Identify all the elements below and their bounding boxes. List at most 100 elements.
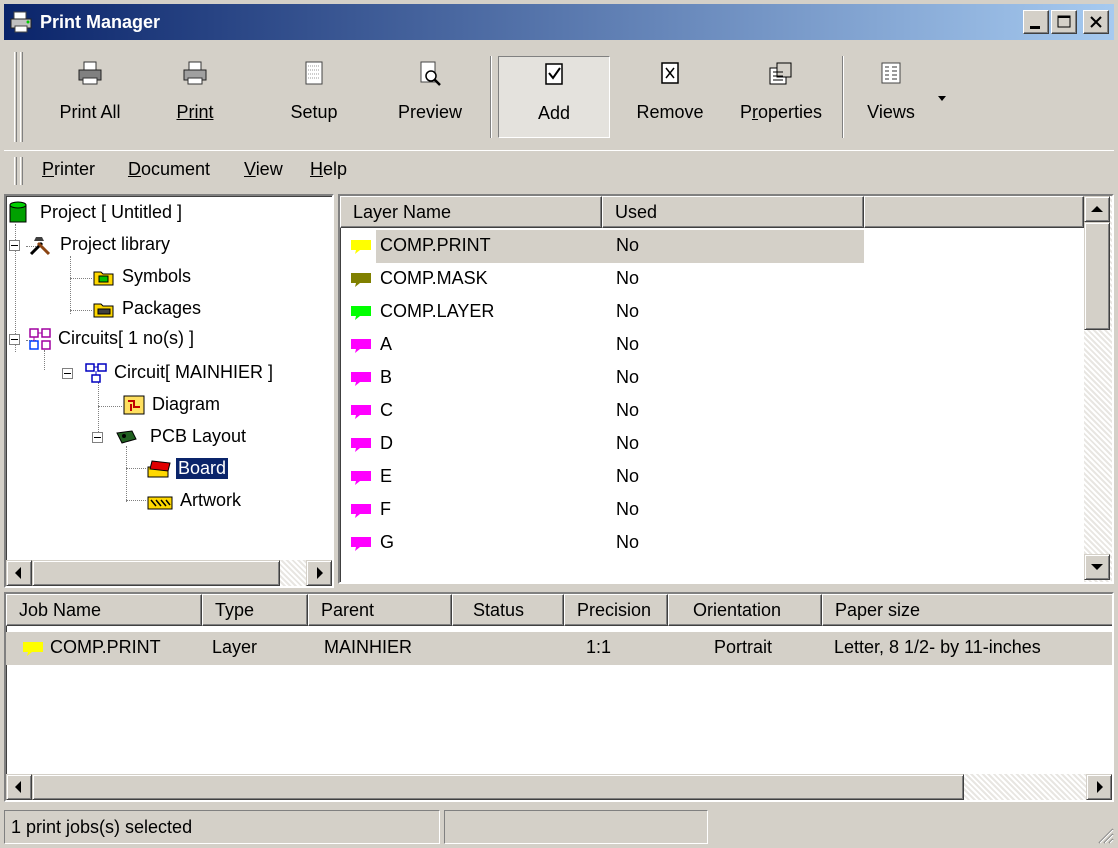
setup-button[interactable]: Setup xyxy=(274,56,354,138)
job-row[interactable]: COMP.PRINT Layer MAINHIER 1:1 Portrait L… xyxy=(6,632,1112,665)
layer-row[interactable]: COMP.PRINT No xyxy=(340,230,1084,263)
layer-row[interactable]: F No xyxy=(340,494,1084,527)
resize-grip-icon[interactable] xyxy=(1096,826,1114,844)
column-header-layer-name[interactable]: Layer Name xyxy=(340,196,602,228)
tree-label-circuit: Circuit[ MAINHIER ] xyxy=(114,362,274,382)
column-header-paper-size[interactable]: Paper size xyxy=(822,594,1112,626)
tree-line xyxy=(126,468,146,469)
remove-button[interactable]: Remove xyxy=(624,56,716,138)
column-header-precision[interactable]: Precision xyxy=(564,594,668,626)
views-dropdown-arrow[interactable] xyxy=(934,90,950,102)
arrow-right-icon xyxy=(317,567,323,579)
layer-name-cell: A xyxy=(380,334,393,354)
preview-button[interactable]: Preview xyxy=(380,56,480,138)
toolbar-grip-2[interactable] xyxy=(20,52,23,142)
collapse-toggle[interactable] xyxy=(62,368,73,379)
column-header-status[interactable]: Status xyxy=(452,594,564,626)
layer-name-cell: COMP.MASK xyxy=(380,268,488,288)
collapse-toggle[interactable] xyxy=(9,334,20,345)
menu-view[interactable]: View xyxy=(244,159,283,180)
menu-document[interactable]: Document xyxy=(128,159,210,180)
layer-list[interactable]: Layer Name Used COMP.PRINT No COMP.MASK No C… xyxy=(338,194,1114,584)
close-button[interactable] xyxy=(1083,10,1109,34)
properties-label: Properties xyxy=(739,102,823,122)
column-header-job-name[interactable]: Job Name xyxy=(6,594,202,626)
column-header-empty[interactable] xyxy=(864,196,1084,228)
print-label: Print xyxy=(152,102,238,123)
properties-icon xyxy=(769,62,792,85)
layer-color-icon xyxy=(351,405,371,419)
layer-scroll-thumb[interactable] xyxy=(1084,222,1110,330)
layer-color-icon xyxy=(23,642,43,656)
layer-color-icon xyxy=(351,372,371,386)
circuit-icon xyxy=(85,363,107,383)
column-header-type[interactable]: Type xyxy=(202,594,308,626)
pcb-icon xyxy=(116,430,137,444)
layer-row[interactable]: E No xyxy=(340,461,1084,494)
preview-label: Preview xyxy=(397,102,463,122)
title-bar[interactable]: Print Manager xyxy=(4,4,1114,40)
remove-icon xyxy=(661,62,679,84)
print-all-button[interactable]: Print All xyxy=(42,56,138,138)
folder-icon xyxy=(93,271,114,286)
views-icon xyxy=(881,62,901,84)
views-button[interactable]: Views xyxy=(854,56,928,138)
tree-label-project: Project [ Untitled ] xyxy=(40,202,183,222)
layer-name-cell: E xyxy=(380,466,393,486)
layer-name-cell: B xyxy=(380,367,393,387)
add-icon xyxy=(545,63,563,85)
layer-row[interactable]: B No xyxy=(340,362,1084,395)
properties-button[interactable]: Properties xyxy=(726,56,836,138)
layer-row[interactable]: C No xyxy=(340,395,1084,428)
print-button[interactable]: Print xyxy=(152,56,238,138)
layer-color-icon xyxy=(351,240,371,254)
tree-scroll-thumb[interactable] xyxy=(32,560,280,586)
toolbar-grip[interactable] xyxy=(14,52,17,142)
menu-help[interactable]: Help xyxy=(310,159,347,180)
layer-row[interactable]: G No xyxy=(340,527,1084,560)
views-label: Views xyxy=(867,102,915,122)
add-label: Add xyxy=(537,103,571,123)
maximize-button[interactable] xyxy=(1051,10,1077,34)
menubar-grip[interactable] xyxy=(14,157,17,185)
layer-row[interactable]: COMP.LAYER No xyxy=(340,296,1084,329)
chevron-down-icon xyxy=(938,96,946,101)
scroll-right-button[interactable] xyxy=(1086,774,1112,800)
scroll-left-button[interactable] xyxy=(6,560,32,586)
tree-label-pcb-layout: PCB Layout xyxy=(150,426,247,446)
layer-color-icon xyxy=(351,504,371,518)
minimize-button[interactable] xyxy=(1023,10,1049,34)
menu-printer[interactable]: Printer xyxy=(42,159,95,180)
folder-icon xyxy=(93,303,114,318)
scroll-down-button[interactable] xyxy=(1084,554,1110,580)
layer-used-cell: No xyxy=(616,235,640,255)
layer-name-cell: G xyxy=(380,532,395,552)
toolbar: Print All Print Setup Preview Add Remove… xyxy=(4,46,1114,144)
jobs-scroll-thumb[interactable] xyxy=(32,774,964,800)
tree-line xyxy=(98,382,99,436)
column-header-orientation[interactable]: Orientation xyxy=(668,594,822,626)
print-jobs-list[interactable]: Job Name Type Parent Status Precision Or… xyxy=(4,592,1114,802)
project-tree[interactable]: Project [ Untitled ] Project library Sym… xyxy=(4,194,334,588)
tree-label-circuits: Circuits[ 1 no(s) ] xyxy=(58,328,195,348)
tree-line xyxy=(70,310,92,311)
add-button[interactable]: Add xyxy=(498,56,610,138)
column-header-parent[interactable]: Parent xyxy=(308,594,452,626)
scroll-up-button[interactable] xyxy=(1084,196,1110,222)
layer-used-cell: No xyxy=(616,367,640,387)
layer-rows: COMP.PRINT No COMP.MASK No COMP.LAYER No A No B N… xyxy=(340,230,1084,580)
layer-row[interactable]: COMP.MASK No xyxy=(340,263,1084,296)
scroll-right-button[interactable] xyxy=(306,560,332,586)
arrow-up-icon xyxy=(1091,206,1103,212)
column-header-used[interactable]: Used xyxy=(602,196,864,228)
tools-icon xyxy=(29,237,51,256)
menubar-grip-2[interactable] xyxy=(20,157,23,185)
job-paper-size-cell: Letter, 8 1/2- by 11-inches xyxy=(834,637,1041,657)
layer-row[interactable]: D No xyxy=(340,428,1084,461)
collapse-toggle[interactable] xyxy=(92,432,103,443)
collapse-toggle[interactable] xyxy=(9,240,20,251)
scroll-left-button[interactable] xyxy=(6,774,32,800)
job-name-cell: COMP.PRINT xyxy=(50,637,161,657)
tree-line xyxy=(70,278,92,279)
layer-row[interactable]: A No xyxy=(340,329,1084,362)
